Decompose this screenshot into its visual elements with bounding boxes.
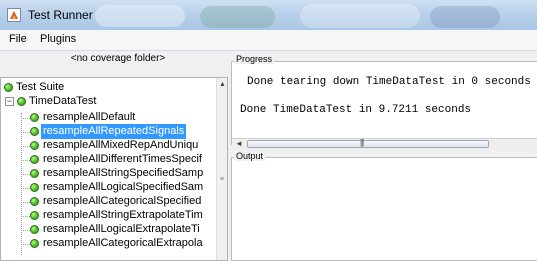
tree-item-test[interactable]: resampleAllLogicalExtrapolateTi (43, 222, 200, 237)
scroll-grip-icon: ||| (360, 138, 364, 147)
tree-connector (21, 132, 30, 133)
progress-line: Done tearing down TimeDataTest in 0 seco… (247, 76, 531, 88)
tree-item-test[interactable]: resampleAllCategoricalSpecified (43, 194, 201, 209)
tree-connector (21, 230, 30, 231)
tree-item-test-selected[interactable]: resampleAllRepeatedSignals (41, 124, 187, 139)
tree-connector (21, 160, 30, 161)
titlebar-background-glow (300, 4, 420, 28)
tree-vertical-scrollbar[interactable]: ▲ ≡ (216, 78, 227, 260)
pass-status-icon (30, 155, 39, 164)
pass-status-icon (30, 113, 39, 122)
tree-item-test[interactable]: resampleAllLogicalSpecifiedSam (43, 180, 203, 195)
titlebar-background-glow (95, 5, 185, 27)
main-area: <no coverage folder> Test Suite − TimeDa… (0, 51, 537, 261)
tree-connector (21, 174, 30, 175)
coverage-folder-label[interactable]: <no coverage folder> (33, 53, 203, 64)
tree-connector (21, 188, 30, 189)
titlebar-background-glow (200, 6, 275, 28)
tree-item-test[interactable]: resampleAllMixedRepAndUniqu (43, 138, 198, 153)
tree-connector (21, 113, 22, 255)
pass-status-icon (4, 83, 13, 92)
pass-status-icon (30, 141, 39, 150)
pass-status-icon (30, 197, 39, 206)
progress-label: Progress (234, 54, 275, 64)
test-tree[interactable]: Test Suite − TimeDataTest resampleAllDef… (0, 77, 228, 261)
tree-item-test[interactable]: resampleAllDefault (43, 110, 135, 125)
tree-item-test[interactable]: resampleAllCategoricalExtrapola (43, 236, 203, 251)
tree-connector (21, 202, 30, 203)
progress-pane: Done tearing down TimeDataTest in 0 seco… (231, 61, 537, 145)
menu-bar: File Plugins (0, 30, 537, 51)
progress-horizontal-scrollbar[interactable]: ◄ ||| (232, 138, 537, 150)
tree-connector (21, 118, 30, 119)
pass-status-icon (30, 183, 39, 192)
tree-item-test[interactable]: resampleAllStringExtrapolateTim (43, 208, 203, 223)
tree-connector (21, 146, 30, 147)
tree-item-test[interactable]: resampleAllStringSpecifiedSamp (43, 166, 203, 181)
scroll-left-arrow-icon[interactable]: ◄ (235, 139, 243, 148)
pass-status-icon (30, 169, 39, 178)
window-title: Test Runner (28, 8, 93, 22)
tree-item-test-suite[interactable]: Test Suite (16, 80, 64, 95)
titlebar-background-glow (430, 6, 500, 28)
menu-file[interactable]: File (7, 33, 29, 45)
progress-line: Done TimeDataTest in 9.7211 seconds (240, 104, 472, 116)
output-label: Output (234, 151, 266, 161)
pass-status-icon (30, 225, 39, 234)
collapse-icon[interactable]: − (5, 97, 14, 106)
tree-item-test[interactable]: resampleAllDifferentTimesSpecif (43, 152, 202, 167)
scroll-up-arrow-icon[interactable]: ▲ (219, 81, 226, 88)
pass-status-icon (30, 211, 39, 220)
scroll-grip-icon[interactable]: ≡ (220, 176, 224, 183)
pass-status-icon (30, 239, 39, 248)
title-bar: Test Runner (0, 0, 537, 30)
output-pane[interactable] (231, 157, 537, 261)
tree-connector (21, 216, 30, 217)
scroll-thumb[interactable]: ||| (247, 138, 489, 148)
tree-item-timedatatest[interactable]: TimeDataTest (29, 94, 96, 109)
menu-plugins[interactable]: Plugins (38, 33, 78, 45)
app-icon[interactable] (7, 8, 21, 22)
tree-connector (21, 244, 30, 245)
pass-status-icon (30, 127, 39, 136)
pass-status-icon (17, 97, 26, 106)
